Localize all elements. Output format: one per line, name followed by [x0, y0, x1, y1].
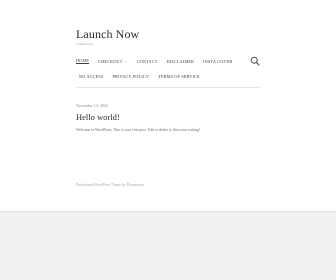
post-title[interactable]: Hello world! — [76, 112, 120, 122]
menu-item-checkout[interactable]: Checkout ⌄ — [98, 59, 128, 64]
site-title[interactable]: Launch Now — [76, 27, 139, 42]
search-icon[interactable] — [250, 56, 260, 66]
header-divider — [76, 87, 261, 88]
footer-area — [0, 211, 336, 280]
menu-item-terms-of-service[interactable]: Terms of Service — [158, 74, 200, 79]
primary-menu-row2: No Access Privacy Policy Terms of Servic… — [79, 72, 209, 80]
menu-item-no-access[interactable]: No Access — [79, 74, 104, 79]
post-date[interactable]: November 14, 2022 — [76, 103, 108, 108]
menu-item-privacy-policy[interactable]: Privacy Policy — [113, 74, 150, 79]
footer-credit: Professional WordPress Theme by Themefor… — [76, 183, 145, 187]
menu-item-insta-cover[interactable]: Insta Cover — [203, 59, 232, 64]
page-content: Launch Now Launch now Home Checkout ⌄ Co… — [0, 0, 336, 211]
chevron-down-icon: ⌄ — [124, 59, 128, 63]
site-tagline: Launch now — [76, 42, 94, 46]
menu-item-checkout-label: Checkout — [98, 58, 123, 64]
menu-item-contact[interactable]: Contact — [137, 59, 158, 64]
menu-item-disclaimer[interactable]: Disclaimer — [167, 59, 195, 64]
primary-menu: Home Checkout ⌄ Contact Disclaimer Insta… — [76, 57, 241, 65]
post-excerpt: Welcome to WordPress. This is your first… — [76, 128, 201, 132]
menu-item-home[interactable]: Home — [76, 58, 90, 65]
